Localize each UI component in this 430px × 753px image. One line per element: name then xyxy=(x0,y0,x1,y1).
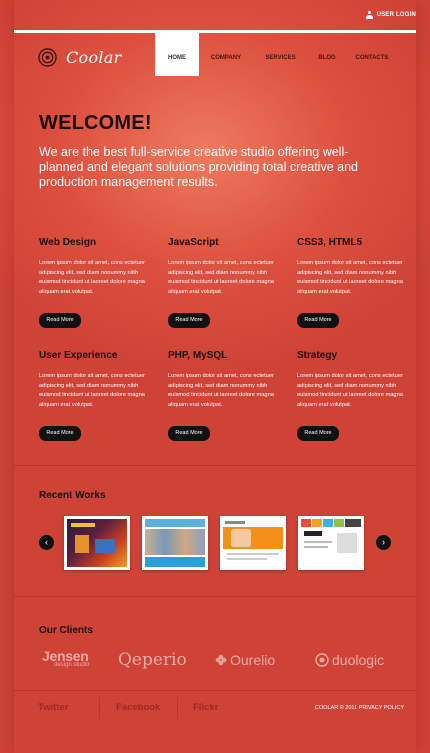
client-name: Ourelio xyxy=(230,652,276,668)
feature-javascript: JavaScript Lorem ipsum dolor sit amet, c… xyxy=(168,237,280,297)
feature-title: User Experience xyxy=(39,350,118,361)
user-login-link[interactable]: USER LOGIN xyxy=(365,11,416,19)
work-thumbnail[interactable] xyxy=(64,516,130,570)
footer-link-flickr[interactable]: Flickr xyxy=(193,702,218,713)
feature-text: Lorem ipsum dolor sit amet, cons ectetue… xyxy=(168,260,274,295)
feature-title: Strategy xyxy=(297,350,338,361)
user-icon xyxy=(365,11,373,19)
client-name: duologic xyxy=(332,652,385,668)
nav-blog[interactable]: BLOG xyxy=(308,33,346,75)
feature-title: CSS3, HTML5 xyxy=(297,237,363,248)
feature-strategy: Strategy Lorem ipsum dolor sit amet, con… xyxy=(297,350,409,410)
client-logo-jensen[interactable]: Jensen design studio xyxy=(42,648,89,668)
client-tagline: design studio xyxy=(54,662,90,668)
read-more-button[interactable]: Read More xyxy=(168,426,210,441)
user-login-label: USER LOGIN xyxy=(376,12,416,18)
feature-title: PHP, MySQL xyxy=(168,350,228,361)
carousel-next-button[interactable]: › xyxy=(376,535,391,550)
feature-text: Lorem ipsum dolor sit amet, cons ectetue… xyxy=(39,260,145,295)
duologic-swirl-icon xyxy=(315,653,329,667)
feature-user-experience: User Experience Lorem ipsum dolor sit am… xyxy=(39,350,151,410)
work-image xyxy=(223,519,283,567)
feature-text: Lorem ipsum dolor sit amet, cons ectetue… xyxy=(168,373,274,408)
footer-link-twitter[interactable]: Twitter xyxy=(38,702,68,713)
nav-services[interactable]: SERVICES xyxy=(253,33,308,75)
feature-text: Lorem ipsum dolor sit amet, cons ectetue… xyxy=(39,373,145,408)
work-image xyxy=(301,519,361,567)
feature-css3-html5: CSS3, HTML5 Lorem ipsum dolor sit amet, … xyxy=(297,237,409,297)
feature-title: Web Design xyxy=(39,237,97,248)
read-more-button[interactable]: Read More xyxy=(297,426,339,441)
work-thumbnail[interactable] xyxy=(142,516,208,570)
logo[interactable]: Coolar xyxy=(38,48,122,67)
client-logo-ourelio[interactable]: Ourelio xyxy=(215,652,275,668)
feature-php-mysql: PHP, MySQL Lorem ipsum dolor sit amet, c… xyxy=(168,350,280,410)
feature-text: Lorem ipsum dolor sit amet, cons ectetue… xyxy=(297,373,403,408)
section-divider xyxy=(14,596,416,597)
nav-home[interactable]: HOME xyxy=(155,33,199,76)
intro-text: We are the best full-service creative st… xyxy=(39,145,358,189)
footer-separator xyxy=(177,697,178,719)
read-more-button[interactable]: Read More xyxy=(39,426,81,441)
nav-company[interactable]: COMPANY xyxy=(199,33,253,75)
work-image xyxy=(145,519,205,567)
work-thumbnail[interactable] xyxy=(220,516,286,570)
read-more-button[interactable]: Read More xyxy=(39,313,81,328)
carousel-prev-button[interactable]: ‹ xyxy=(39,535,54,550)
copyright-text[interactable]: COOLAR © 2011 PRIVACY POLICY xyxy=(315,705,404,711)
footer-separator xyxy=(99,697,100,719)
recent-works-title: Recent Works xyxy=(39,490,106,501)
chevron-left-icon: ‹ xyxy=(45,537,48,547)
footer-link-facebook[interactable]: Facebook xyxy=(116,702,160,713)
footer-divider xyxy=(14,690,416,691)
section-divider xyxy=(14,465,416,466)
chevron-right-icon: › xyxy=(382,537,385,547)
work-image xyxy=(67,519,127,567)
read-more-button[interactable]: Read More xyxy=(297,313,339,328)
client-logo-duologic[interactable]: duologic xyxy=(315,652,384,668)
main-nav: HOME COMPANY SERVICES BLOG CONTACTS xyxy=(155,33,398,76)
nav-contacts[interactable]: CONTACTS xyxy=(346,33,398,75)
client-logo-qeperio[interactable]: Qeperio xyxy=(118,650,187,670)
page-title: WELCOME! xyxy=(39,112,152,134)
feature-title: JavaScript xyxy=(168,237,219,248)
work-thumbnail[interactable] xyxy=(298,516,364,570)
feature-text: Lorem ipsum dolor sit amet, cons ectetue… xyxy=(297,260,403,295)
feature-web-design: Web Design Lorem ipsum dolor sit amet, c… xyxy=(39,237,151,297)
logo-circles-icon xyxy=(38,48,57,67)
read-more-button[interactable]: Read More xyxy=(168,313,210,328)
ourelio-flower-icon xyxy=(215,654,227,666)
logo-text: Coolar xyxy=(66,48,122,67)
our-clients-title: Our Clients xyxy=(39,625,93,636)
